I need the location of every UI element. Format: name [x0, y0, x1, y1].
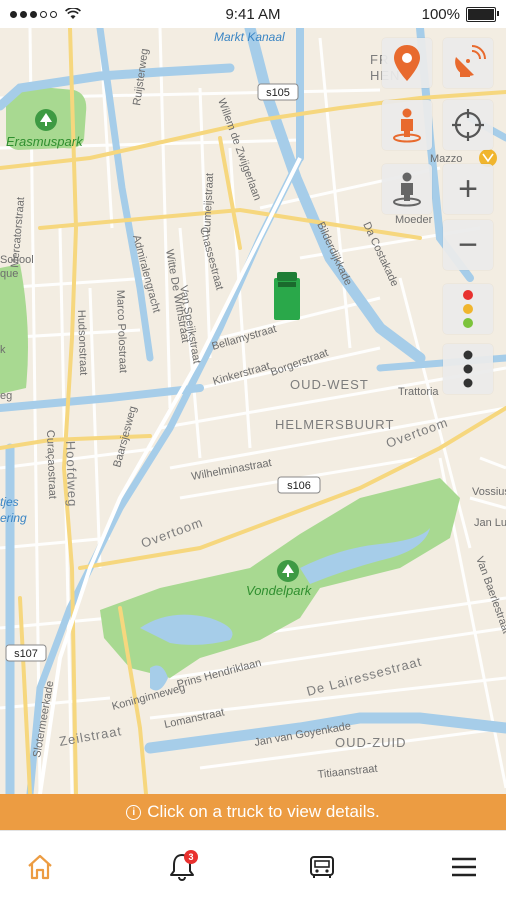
park-marker-vondelpark: [277, 560, 299, 582]
map-label: Jan Lu: [474, 517, 506, 529]
tab-menu[interactable]: [444, 849, 484, 885]
road-shield-s106: s106: [277, 476, 321, 494]
more-vertical-icon: [463, 350, 473, 388]
svg-text:tjes: tjes: [0, 495, 19, 509]
road-shield-s105: s105: [257, 83, 299, 101]
zoom-in-button[interactable]: +: [443, 164, 493, 214]
svg-text:eg: eg: [0, 390, 12, 402]
tab-home[interactable]: [20, 849, 60, 885]
crosshair-icon: [452, 109, 484, 141]
hamburger-icon: [452, 857, 476, 877]
map-label: Vondelpark: [246, 583, 313, 598]
traffic-button[interactable]: [443, 284, 493, 334]
location-pin-button[interactable]: [382, 38, 432, 88]
info-banner: i Click on a truck to view details.: [0, 794, 506, 830]
map-label: Vossius: [472, 486, 506, 498]
svg-text:School: School: [0, 254, 34, 266]
map-label: Markt Kanaal: [214, 30, 285, 44]
battery-icon: [466, 7, 499, 22]
map-label: OUD-ZUID: [335, 735, 407, 750]
truck-marker[interactable]: [274, 272, 300, 320]
zoom-out-button[interactable]: −: [443, 220, 493, 270]
map-label: HELMERSBUURT: [275, 417, 394, 432]
road-shield-label: s105: [266, 87, 290, 99]
home-icon: [28, 854, 52, 880]
map-label: Trattoria: [398, 386, 439, 398]
traffic-light-icon: [463, 290, 473, 328]
battery-percent: 100%: [421, 6, 460, 23]
satellite-button[interactable]: [443, 38, 493, 88]
satellite-dish-icon: [455, 45, 486, 77]
more-options-button[interactable]: [443, 344, 493, 394]
road-shield-label: s107: [14, 648, 38, 660]
street-view-button[interactable]: [382, 164, 432, 214]
recenter-button[interactable]: [443, 100, 493, 150]
tab-trucks[interactable]: [302, 849, 342, 885]
notification-badge: 3: [184, 850, 198, 864]
svg-text:que: que: [0, 268, 18, 280]
park-marker-erasmuspark: [35, 109, 57, 131]
map-label: Hoofdweg: [63, 441, 80, 508]
map-pin-icon: [394, 45, 420, 81]
person-pin-icon: [393, 108, 421, 143]
svg-text:k: k: [0, 344, 6, 356]
map-label: Erasmuspark: [6, 134, 84, 149]
street-view-icon: [393, 172, 421, 207]
bottom-tab-bar: 3: [0, 830, 506, 901]
tab-notifications[interactable]: 3: [162, 849, 202, 885]
map-label: Moeder: [395, 214, 433, 226]
road-shield-label: s106: [287, 480, 311, 492]
info-icon: i: [126, 804, 142, 820]
map-label: OUD-WEST: [290, 377, 369, 392]
svg-text:ering: ering: [0, 511, 27, 525]
map-label: Hudsonstraat: [75, 310, 89, 376]
map-label: Curaçaostraat: [44, 430, 58, 499]
road-shield-s107: s107: [5, 644, 47, 662]
banner-text: Click on a truck to view details.: [147, 802, 380, 821]
status-bar: 9:41 AM 100%: [0, 0, 506, 28]
person-location-button[interactable]: [382, 100, 432, 150]
truck-icon: [310, 856, 334, 878]
